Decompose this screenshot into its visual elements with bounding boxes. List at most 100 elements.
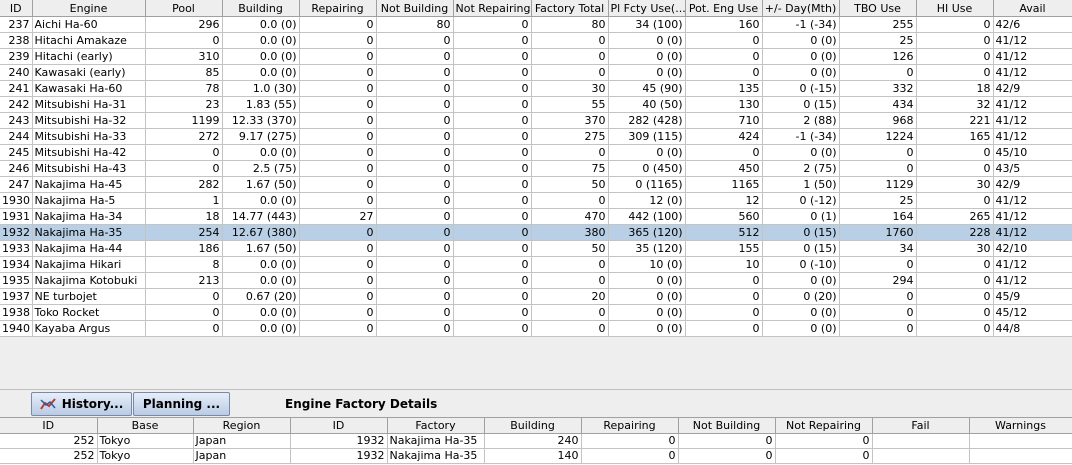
table-row[interactable]: 1934 Nakajima Hikari 8 0.0 (0) 0 0 0 0 10 (0) 10 0… (0, 256, 1072, 273)
table-row[interactable]: 1935 Nakajima Kotobuki 213 0.0 (0) 0 0 0 0 0 (0)… (0, 272, 1072, 289)
column-header-pool[interactable]: Pool (145, 0, 223, 17)
cell-not-building: 0 (376, 48, 454, 65)
table-row[interactable]: 243 Mitsubishi Ha-32 1199 12.33 (370) 0 0 0 370… (0, 112, 1072, 129)
cell-day-mth: 0 (0) (762, 64, 840, 81)
cell-not-building: 0 (376, 304, 454, 321)
factory-column-header-warnings[interactable]: Warnings (969, 417, 1072, 434)
factory-column-header-building[interactable]: Building (484, 417, 582, 434)
table-row[interactable]: 239 Hitachi (early) 310 0.0 (0) 0 0 0 0 0 (0) 0 0 … (0, 48, 1072, 65)
cell-pl-fcty-use: 309 (115) (608, 128, 686, 145)
cell-repairing: 0 (299, 304, 377, 321)
cell-id: 1937 (0, 288, 33, 305)
column-header-factory-total[interactable]: Factory Total (531, 0, 609, 17)
cell-pot-eng-use: 0 (685, 48, 763, 65)
column-header-repairing[interactable]: Repairing (299, 0, 377, 17)
cell-id: 237 (0, 16, 33, 33)
table-row[interactable]: 1930 Nakajima Ha-5 1 0.0 (0) 0 0 0 0 12 (0) 12 0 (… (0, 192, 1072, 209)
factory-column-header-region[interactable]: Region (193, 417, 291, 434)
factory-column-header-id[interactable]: ID (290, 417, 388, 434)
table-row[interactable]: 252 Tokyo Japan 1932 Nakajima Ha-35 240 0 0 0 (0, 433, 1072, 449)
factory-column-header-base[interactable]: Base (97, 417, 194, 434)
history-button[interactable]: History... (31, 392, 132, 416)
table-row[interactable]: 237 Aichi Ha-60 296 0.0 (0) 0 80 0 80 34 (100) 16… (0, 16, 1072, 33)
cell-tbo-use: 0 (839, 320, 917, 337)
column-header-not-repairing[interactable]: Not Repairing (453, 0, 532, 17)
cell-not-repairing: 0 (453, 96, 532, 113)
cell-factory-total: 0 (531, 64, 609, 81)
factory-table[interactable]: ID Base Region ID Factory Building Repairing No… (0, 417, 1072, 464)
cell-tbo-use: 255 (839, 16, 917, 33)
cell-pool: 85 (145, 64, 223, 81)
factory-cell-base: Tokyo (97, 433, 194, 449)
cell-tbo-use: 126 (839, 48, 917, 65)
table-row[interactable]: 244 Mitsubishi Ha-33 272 9.17 (275) 0 0 0 275 30… (0, 128, 1072, 145)
cell-pot-eng-use: 0 (685, 32, 763, 49)
cell-tbo-use: 0 (839, 304, 917, 321)
column-header-pot-eng-use[interactable]: Pot. Eng Use (685, 0, 763, 17)
engine-table-panel[interactable]: ID Engine Pool Building Repairing Not Buildin… (0, 0, 1072, 389)
factory-column-header-not-building[interactable]: Not Building (678, 417, 776, 434)
cell-avail: 41/12 (993, 256, 1072, 273)
cell-factory-total: 50 (531, 176, 609, 193)
factory-cell-building: 240 (484, 433, 582, 449)
cell-avail: 42/9 (993, 176, 1072, 193)
table-row[interactable]: 1937 NE turbojet 0 0.67 (20) 0 0 0 20 0 (0) 0 0 (2… (0, 288, 1072, 305)
cell-factory-total: 380 (531, 224, 609, 241)
column-header-building[interactable]: Building (222, 0, 300, 17)
cell-pot-eng-use: 0 (685, 144, 763, 161)
cell-pl-fcty-use: 0 (0) (608, 48, 686, 65)
factory-table-panel[interactable]: ID Base Region ID Factory Building Repairing No… (0, 417, 1072, 465)
table-row[interactable]: 246 Mitsubishi Ha-43 0 2.5 (75) 0 0 0 75 0 (450)… (0, 160, 1072, 177)
cell-repairing: 0 (299, 192, 377, 209)
cell-not-building: 0 (376, 224, 454, 241)
cell-tbo-use: 164 (839, 208, 917, 225)
cell-pool: 0 (145, 32, 223, 49)
factory-column-header-repairing[interactable]: Repairing (581, 417, 679, 434)
factory-column-header-factory[interactable]: Factory (387, 417, 485, 434)
cell-not-building: 0 (376, 192, 454, 209)
cell-building: 12.67 (380) (222, 224, 300, 241)
cell-repairing: 27 (299, 208, 377, 225)
column-header-hi-use[interactable]: HI Use (916, 0, 994, 17)
cell-not-repairing: 0 (453, 272, 532, 289)
column-header-tbo-use[interactable]: TBO Use (839, 0, 917, 17)
table-row[interactable]: 247 Nakajima Ha-45 282 1.67 (50) 0 0 0 50 0 (116… (0, 176, 1072, 193)
column-header-day-mth[interactable]: +/- Day(Mth) (762, 0, 840, 17)
table-row[interactable]: 1932 Nakajima Ha-35 254 12.67 (380) 0 0 0 380 36… (0, 224, 1072, 241)
cell-avail: 41/12 (993, 32, 1072, 49)
factory-column-header-not-repairing[interactable]: Not Repairing (775, 417, 873, 434)
table-row[interactable]: 1933 Nakajima Ha-44 186 1.67 (50) 0 0 0 50 35 (1… (0, 240, 1072, 257)
column-header-engine[interactable]: Engine (32, 0, 146, 17)
table-row[interactable]: 252 Tokyo Japan 1932 Nakajima Ha-35 140 0 0 0 (0, 448, 1072, 464)
cell-pool: 18 (145, 208, 223, 225)
cell-pot-eng-use: 0 (685, 272, 763, 289)
cell-pool: 8 (145, 256, 223, 273)
cell-hi-use: 165 (916, 128, 994, 145)
factory-column-header-id[interactable]: ID (0, 417, 98, 434)
table-row[interactable]: 241 Kawasaki Ha-60 78 1.0 (30) 0 0 0 30 45 (90) 1… (0, 80, 1072, 97)
engine-table[interactable]: ID Engine Pool Building Repairing Not Buildin… (0, 0, 1072, 337)
table-row[interactable]: 245 Mitsubishi Ha-42 0 0.0 (0) 0 0 0 0 0 (0) 0 0 (… (0, 144, 1072, 161)
column-header-id[interactable]: ID (0, 0, 33, 17)
cell-not-building: 80 (376, 16, 454, 33)
table-row[interactable]: 1931 Nakajima Ha-34 18 14.77 (443) 27 0 0 470 44… (0, 208, 1072, 225)
table-row[interactable]: 1940 Kayaba Argus 0 0.0 (0) 0 0 0 0 0 (0) 0 0 (0) 0… (0, 320, 1072, 337)
cell-id: 244 (0, 128, 33, 145)
cell-tbo-use: 1760 (839, 224, 917, 241)
factory-column-header-fail[interactable]: Fail (872, 417, 970, 434)
factory-cell-repairing: 0 (581, 448, 679, 464)
cell-not-building: 0 (376, 208, 454, 225)
table-row[interactable]: 1938 Toko Rocket 0 0.0 (0) 0 0 0 0 0 (0) 0 0 (0) 0 0… (0, 304, 1072, 321)
column-header-avail[interactable]: Avail (993, 0, 1072, 17)
planning-button[interactable]: Planning ... (133, 392, 230, 416)
column-header-not-building[interactable]: Not Building (376, 0, 454, 17)
factory-cell-not-repairing: 0 (775, 433, 873, 449)
table-row[interactable]: 238 Hitachi Amakaze 0 0.0 (0) 0 0 0 0 0 (0) 0 0 (0… (0, 32, 1072, 49)
cell-avail: 41/12 (993, 192, 1072, 209)
cell-engine: Kayaba Argus (32, 320, 146, 337)
cell-building: 0.0 (0) (222, 192, 300, 209)
column-header-pl-fcty-use[interactable]: Pl Fcty Use(... (608, 0, 686, 17)
table-row[interactable]: 240 Kawasaki (early) 85 0.0 (0) 0 0 0 0 0 (0) 0 0 … (0, 64, 1072, 81)
cell-building: 0.0 (0) (222, 320, 300, 337)
table-row[interactable]: 242 Mitsubishi Ha-31 23 1.83 (55) 0 0 0 55 40 (5… (0, 96, 1072, 113)
